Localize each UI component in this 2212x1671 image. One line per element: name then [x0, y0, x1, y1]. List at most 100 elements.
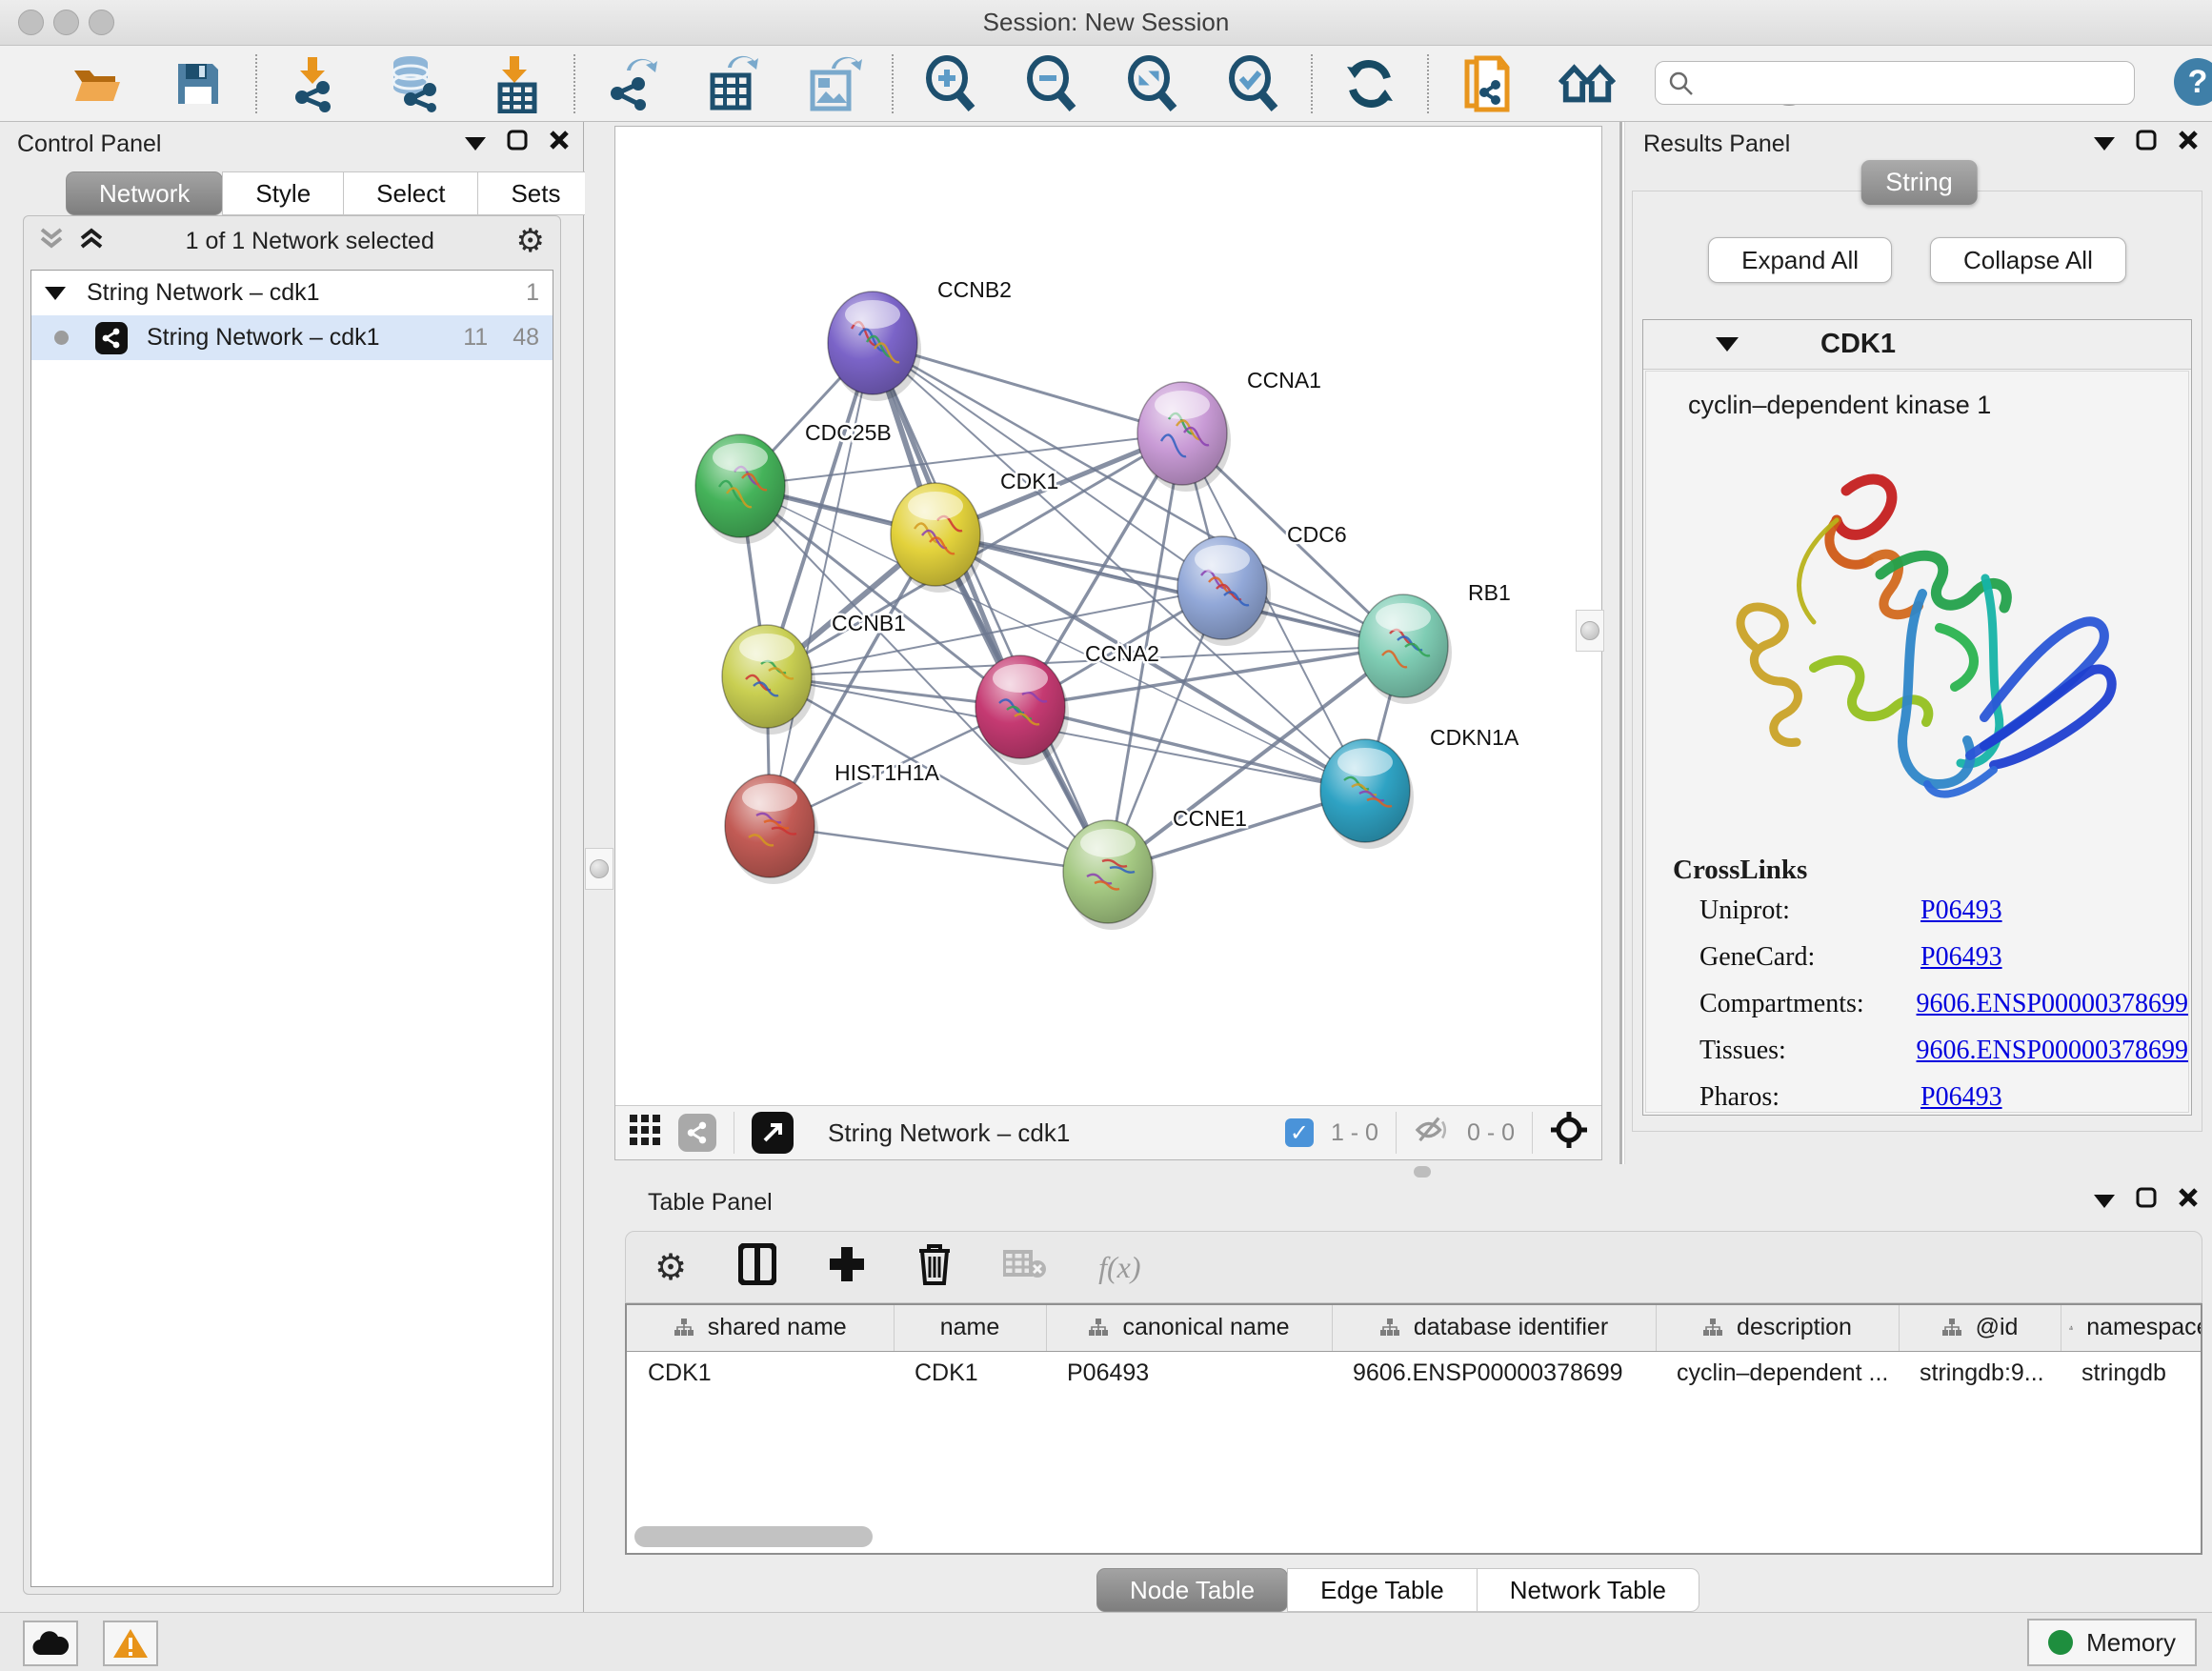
column-header-canonical-name[interactable]: canonical name: [1046, 1305, 1332, 1351]
network-canvas[interactable]: CCNB2CCNA1CDC25BCDK1CDC6RB1CCNB1CCNA2CDK…: [614, 126, 1602, 1160]
gene-name: CDK1: [1820, 329, 1896, 360]
warning-status-button[interactable]: [103, 1621, 158, 1666]
crosslinks-title: CrossLinks: [1673, 855, 2188, 886]
tab-network-table[interactable]: Network Table: [1477, 1568, 1699, 1612]
expand-all-icon[interactable]: [79, 226, 104, 257]
column-header-shared-name[interactable]: shared name: [627, 1305, 894, 1351]
network-node-CCNE1[interactable]: CCNE1: [1063, 806, 1247, 923]
column-header-database-identifier[interactable]: database identifier: [1332, 1305, 1656, 1351]
column-header-namespace[interactable]: namespace: [2061, 1305, 2202, 1351]
crosslink-link[interactable]: 9606.ENSP00000378699: [1917, 1036, 2188, 1066]
zoom-fit-icon: [1126, 55, 1179, 112]
function-builder-icon[interactable]: f(x): [1098, 1250, 1140, 1285]
table-settings-gear-icon[interactable]: ⚙: [654, 1246, 687, 1289]
delete-column-icon[interactable]: [917, 1243, 952, 1292]
export-image-button[interactable]: [806, 55, 863, 112]
panel-float-icon[interactable]: [2136, 1187, 2157, 1215]
crosslink-label: Compartments:: [1699, 989, 1917, 1019]
selected-checkbox-icon[interactable]: ✓: [1285, 1118, 1314, 1147]
tab-string[interactable]: String: [1860, 160, 1978, 205]
zoom-in-button[interactable]: [922, 55, 979, 112]
node-table: shared namenamecanonical namedatabase id…: [625, 1303, 2202, 1555]
left-splitter-handle[interactable]: [585, 848, 613, 890]
crosslink-link[interactable]: P06493: [1920, 942, 2002, 973]
hidden-eye-slash-icon[interactable]: [1414, 1114, 1450, 1153]
show-columns-icon[interactable]: [738, 1243, 776, 1292]
table-panel-title: Table Panel: [648, 1189, 773, 1217]
network-options-gear-icon[interactable]: ⚙: [516, 222, 545, 260]
column-header-description[interactable]: description: [1656, 1305, 1899, 1351]
results-panel-divider[interactable]: [1619, 122, 1625, 1170]
export-network-button[interactable]: [604, 55, 661, 112]
share-view-icon[interactable]: [678, 1114, 716, 1152]
panel-menu-icon[interactable]: [465, 131, 486, 157]
gene-section: CDK1 cyclin–dependent kinase 1 CrossLink…: [1642, 319, 2192, 1116]
table-header-row: shared namenamecanonical namedatabase id…: [627, 1305, 2202, 1351]
fit-selected-crosshair-icon[interactable]: [1550, 1111, 1588, 1156]
help-button[interactable]: ?: [2174, 58, 2212, 106]
status-bar: Memory: [0, 1612, 2212, 1671]
collapse-all-button[interactable]: Collapse All: [1930, 237, 2126, 283]
crosslink-link[interactable]: P06493: [1920, 1082, 2002, 1113]
network-edge-count: 48: [513, 324, 539, 352]
collapse-all-icon[interactable]: [39, 226, 64, 257]
tab-network[interactable]: Network: [66, 171, 223, 215]
crosslink-link[interactable]: 9606.ENSP00000378699: [1917, 989, 2188, 1019]
tab-style[interactable]: Style: [222, 171, 344, 215]
import-network-database-button[interactable]: [387, 55, 444, 112]
tab-node-table[interactable]: Node Table: [1096, 1568, 1288, 1612]
birdseye-grid-icon[interactable]: [629, 1114, 661, 1153]
column-header-@id[interactable]: @id: [1899, 1305, 2061, 1351]
zoom-out-button[interactable]: [1023, 55, 1080, 112]
import-network-file-button[interactable]: [286, 55, 343, 112]
tab-select[interactable]: Select: [343, 171, 478, 215]
panel-menu-icon[interactable]: [2094, 131, 2115, 157]
export-table-button[interactable]: [705, 55, 762, 112]
expand-all-button[interactable]: Expand All: [1708, 237, 1892, 283]
table-toolbar: ⚙ f(x): [625, 1231, 2202, 1303]
panel-float-icon[interactable]: [2136, 130, 2157, 157]
right-splitter-handle[interactable]: [1576, 610, 1604, 652]
panel-float-icon[interactable]: [507, 130, 528, 157]
tab-sets[interactable]: Sets: [477, 171, 593, 215]
refresh-layout-button[interactable]: [1341, 55, 1398, 112]
add-column-icon[interactable]: [828, 1245, 866, 1290]
column-header-name[interactable]: name: [894, 1305, 1046, 1351]
table-row[interactable]: CDK1CDK1P064939606.ENSP00000378699cyclin…: [627, 1351, 2202, 1395]
network-node-CDKN1A[interactable]: CDKN1A: [1320, 725, 1519, 842]
panel-close-icon[interactable]: [2178, 1187, 2199, 1215]
network-row-selected[interactable]: String Network – cdk1 11 48: [31, 315, 553, 360]
save-session-button[interactable]: [170, 55, 227, 112]
network-selection-status: 1 of 1 Network selected: [119, 228, 501, 255]
crosslink-link[interactable]: P06493: [1920, 896, 2002, 926]
network-node-RB1[interactable]: RB1: [1358, 580, 1511, 697]
table-panel-splitter[interactable]: [585, 1164, 2212, 1179]
network-graph[interactable]: CCNB2CCNA1CDC25BCDK1CDC6RB1CCNB1CCNA2CDK…: [615, 127, 1601, 1105]
zoom-fit-button[interactable]: [1124, 55, 1181, 112]
panel-close-icon[interactable]: [2178, 130, 2199, 157]
search-input[interactable]: [1694, 64, 2134, 102]
horizontal-scrollbar[interactable]: [634, 1526, 873, 1547]
tab-edge-table[interactable]: Edge Table: [1287, 1568, 1478, 1612]
network-node-HIST1H1A[interactable]: HIST1H1A: [725, 760, 940, 877]
detach-view-icon[interactable]: [752, 1112, 794, 1154]
node-label-CCNE1: CCNE1: [1173, 806, 1247, 831]
crosslink-label: Uniprot:: [1699, 896, 1920, 926]
gene-section-header[interactable]: CDK1: [1643, 320, 2191, 370]
memory-button[interactable]: Memory: [2027, 1619, 2197, 1666]
cloud-status-button[interactable]: [23, 1621, 78, 1666]
string-protein-query-button[interactable]: [1458, 55, 1515, 112]
collection-expand-icon[interactable]: [45, 287, 66, 300]
section-collapse-icon[interactable]: [1716, 337, 1739, 352]
network-node-CCNB1[interactable]: CCNB1: [722, 611, 906, 728]
import-table-file-button[interactable]: [488, 55, 545, 112]
zoom-selected-button[interactable]: [1225, 55, 1282, 112]
crosslink-label: GeneCard:: [1699, 942, 1920, 973]
panel-close-icon[interactable]: [549, 130, 570, 157]
network-node-CCNA1[interactable]: CCNA1: [1137, 368, 1321, 485]
string-home-button[interactable]: [1558, 55, 1616, 112]
panel-menu-icon[interactable]: [2094, 1188, 2115, 1215]
network-collection-row[interactable]: String Network – cdk1 1: [31, 271, 553, 315]
delete-table-icon[interactable]: [1003, 1248, 1047, 1287]
open-session-button[interactable]: [69, 55, 126, 112]
